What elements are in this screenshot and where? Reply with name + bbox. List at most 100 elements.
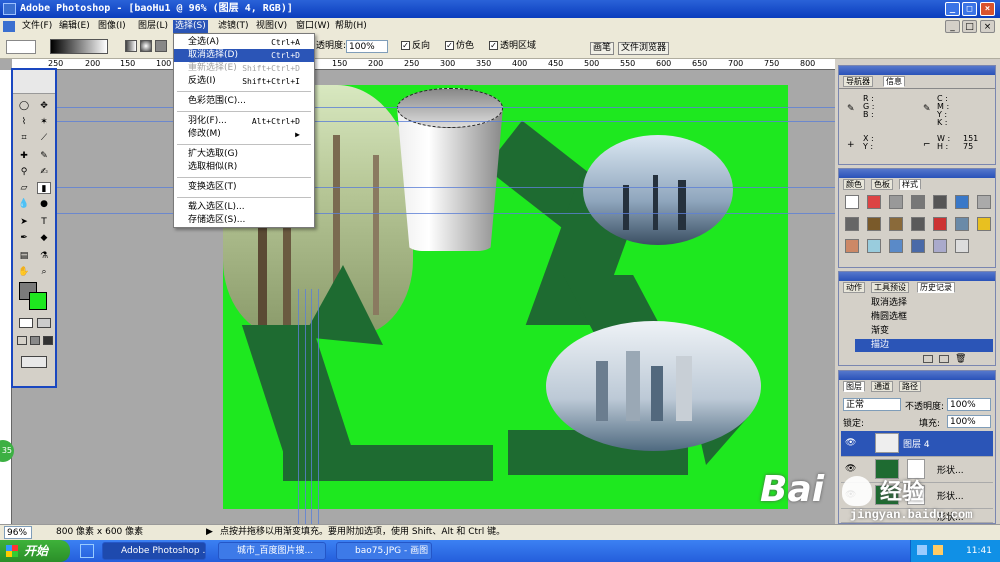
fill-input[interactable]: 100%	[947, 415, 991, 428]
menu-view[interactable]: 视图(V)	[254, 20, 289, 33]
menu-item-similar[interactable]: 选取相似(R)	[174, 161, 314, 174]
tab-styles[interactable]: 样式	[899, 179, 921, 190]
path-selection-tool-icon[interactable]: ➤	[17, 216, 31, 228]
notes-tool-icon[interactable]: ▤	[17, 250, 31, 262]
style-swatch[interactable]	[955, 217, 969, 231]
menu-item-select-all[interactable]: 全选(A) Ctrl+A	[174, 36, 314, 49]
eye-icon[interactable]: 👁	[845, 438, 856, 448]
jump-to-imageready-icon[interactable]	[21, 356, 47, 368]
history-item-selected[interactable]: 描边	[855, 339, 993, 352]
layer-row[interactable]: 👁 图层 4	[841, 431, 993, 457]
brush-tool-icon[interactable]: ✎	[37, 150, 51, 162]
zoom-tool-icon[interactable]: ⌕	[37, 266, 51, 278]
style-swatch[interactable]	[911, 239, 925, 253]
eyedropper-tool-icon[interactable]: ⚗	[37, 250, 51, 262]
minimize-button[interactable]: _	[945, 2, 960, 16]
style-swatch[interactable]	[933, 217, 947, 231]
tab-tool-presets[interactable]: 工具预设	[871, 282, 909, 293]
blur-tool-icon[interactable]: 💧	[17, 198, 31, 210]
crop-tool-icon[interactable]: ⌗	[17, 132, 31, 144]
move-tool-icon[interactable]: ✥	[37, 100, 51, 112]
radial-gradient-icon[interactable]	[140, 40, 152, 52]
style-swatch[interactable]	[977, 195, 991, 209]
style-swatch-none[interactable]	[845, 195, 859, 209]
linear-gradient-icon[interactable]	[125, 40, 137, 52]
panel-title-bar[interactable]	[839, 169, 995, 178]
tab-color[interactable]: 颜色	[843, 179, 865, 190]
tab-navigator[interactable]: 导航器	[843, 76, 873, 87]
menu-layer[interactable]: 图层(L)	[136, 20, 170, 33]
menu-item-modify[interactable]: 修改(M) ▶	[174, 128, 314, 141]
history-item[interactable]: 渐变	[855, 325, 993, 338]
tool-preset-picker[interactable]	[6, 40, 36, 54]
style-swatch[interactable]	[955, 239, 969, 253]
healing-brush-tool-icon[interactable]: ✚	[17, 150, 31, 162]
taskbar-item-browser[interactable]: 城市_百度图片搜...	[218, 542, 326, 560]
menu-item-color-range[interactable]: 色彩范围(C)...	[174, 95, 314, 108]
quicklaunch-desktop-icon[interactable]	[80, 544, 94, 558]
tab-channels[interactable]: 通道	[871, 381, 893, 392]
style-swatch[interactable]	[889, 195, 903, 209]
menu-item-reselect[interactable]: 重新选择(E) Shift+Ctrl+D	[174, 62, 314, 75]
transparency-checkbox[interactable]: ✓	[489, 41, 498, 50]
style-swatch[interactable]	[889, 217, 903, 231]
menu-item-transform-selection[interactable]: 变换选区(T)	[174, 181, 314, 194]
start-button[interactable]: 开始	[0, 540, 70, 562]
adobe-online-icon[interactable]	[13, 70, 55, 94]
eraser-tool-icon[interactable]: ▱	[17, 182, 31, 194]
screen-mode-menubar-icon[interactable]	[30, 336, 40, 345]
style-swatch[interactable]	[911, 217, 925, 231]
style-swatch[interactable]	[933, 195, 947, 209]
dither-checkbox[interactable]: ✓	[445, 41, 454, 50]
menu-window[interactable]: 窗口(W)	[294, 20, 332, 33]
style-swatch[interactable]	[889, 239, 903, 253]
style-swatch[interactable]	[933, 239, 947, 253]
menu-image[interactable]: 图像(I)	[96, 20, 128, 33]
gradient-tool-icon[interactable]: ▮	[37, 182, 51, 194]
zoom-input[interactable]: 96%	[4, 526, 32, 539]
menu-item-deselect[interactable]: 取消选择(D) Ctrl+D	[174, 49, 314, 62]
menu-item-feather[interactable]: 羽化(F)... Alt+Ctrl+D	[174, 115, 314, 128]
pen-tool-icon[interactable]: ✒	[17, 232, 31, 244]
blend-mode-select[interactable]: 正常	[843, 398, 901, 411]
trash-icon[interactable]: 🗑	[955, 354, 966, 364]
menu-item-save-selection[interactable]: 存储选区(S)...	[174, 214, 314, 227]
volume-icon[interactable]	[933, 545, 943, 555]
tab-swatches[interactable]: 色板	[871, 179, 893, 190]
opacity-input[interactable]: 100%	[346, 40, 388, 53]
hand-tool-icon[interactable]: ✋	[17, 266, 31, 278]
tab-layers[interactable]: 图层	[843, 381, 865, 392]
history-item[interactable]: 椭圆选框	[855, 311, 993, 324]
tab-history[interactable]: 历史记录	[917, 282, 955, 293]
style-swatch[interactable]	[911, 195, 925, 209]
slice-tool-icon[interactable]: ⟋	[37, 132, 51, 144]
document-icon[interactable]	[3, 21, 15, 32]
style-swatch[interactable]	[955, 195, 969, 209]
doc-minimize-button[interactable]: _	[945, 20, 960, 33]
history-brush-tool-icon[interactable]: ✍	[37, 166, 51, 178]
menu-item-grow[interactable]: 扩大选取(G)	[174, 148, 314, 161]
screen-mode-standard-icon[interactable]	[17, 336, 27, 345]
tab-actions[interactable]: 动作	[843, 282, 865, 293]
layer-opacity-input[interactable]: 100%	[947, 398, 991, 411]
menu-item-load-selection[interactable]: 载入选区(L)...	[174, 201, 314, 214]
shape-tool-icon[interactable]: ◆	[37, 232, 51, 244]
tab-info[interactable]: 信息	[883, 76, 905, 87]
dodge-tool-icon[interactable]: ●	[37, 198, 51, 210]
doc-restore-button[interactable]: □	[962, 20, 977, 33]
panel-title-bar[interactable]	[839, 272, 995, 281]
clone-stamp-tool-icon[interactable]: ⚲	[17, 166, 31, 178]
style-swatch[interactable]	[867, 239, 881, 253]
gradient-picker[interactable]	[50, 39, 108, 54]
clock[interactable]: 11:41	[966, 546, 992, 556]
menu-help[interactable]: 帮助(H)	[333, 20, 369, 33]
tab-paths[interactable]: 路径	[899, 381, 921, 392]
eye-icon[interactable]: 👁	[845, 464, 856, 474]
background-color-swatch[interactable]	[29, 292, 47, 310]
palette-well-file-browser[interactable]: 文件浏览器	[618, 42, 670, 55]
angle-gradient-icon[interactable]	[155, 40, 167, 52]
quick-mask-mode-icon[interactable]	[37, 318, 51, 328]
menu-item-inverse[interactable]: 反选(I) Shift+Ctrl+I	[174, 75, 314, 88]
type-tool-icon[interactable]: T	[37, 216, 51, 228]
style-swatch[interactable]	[845, 217, 859, 231]
